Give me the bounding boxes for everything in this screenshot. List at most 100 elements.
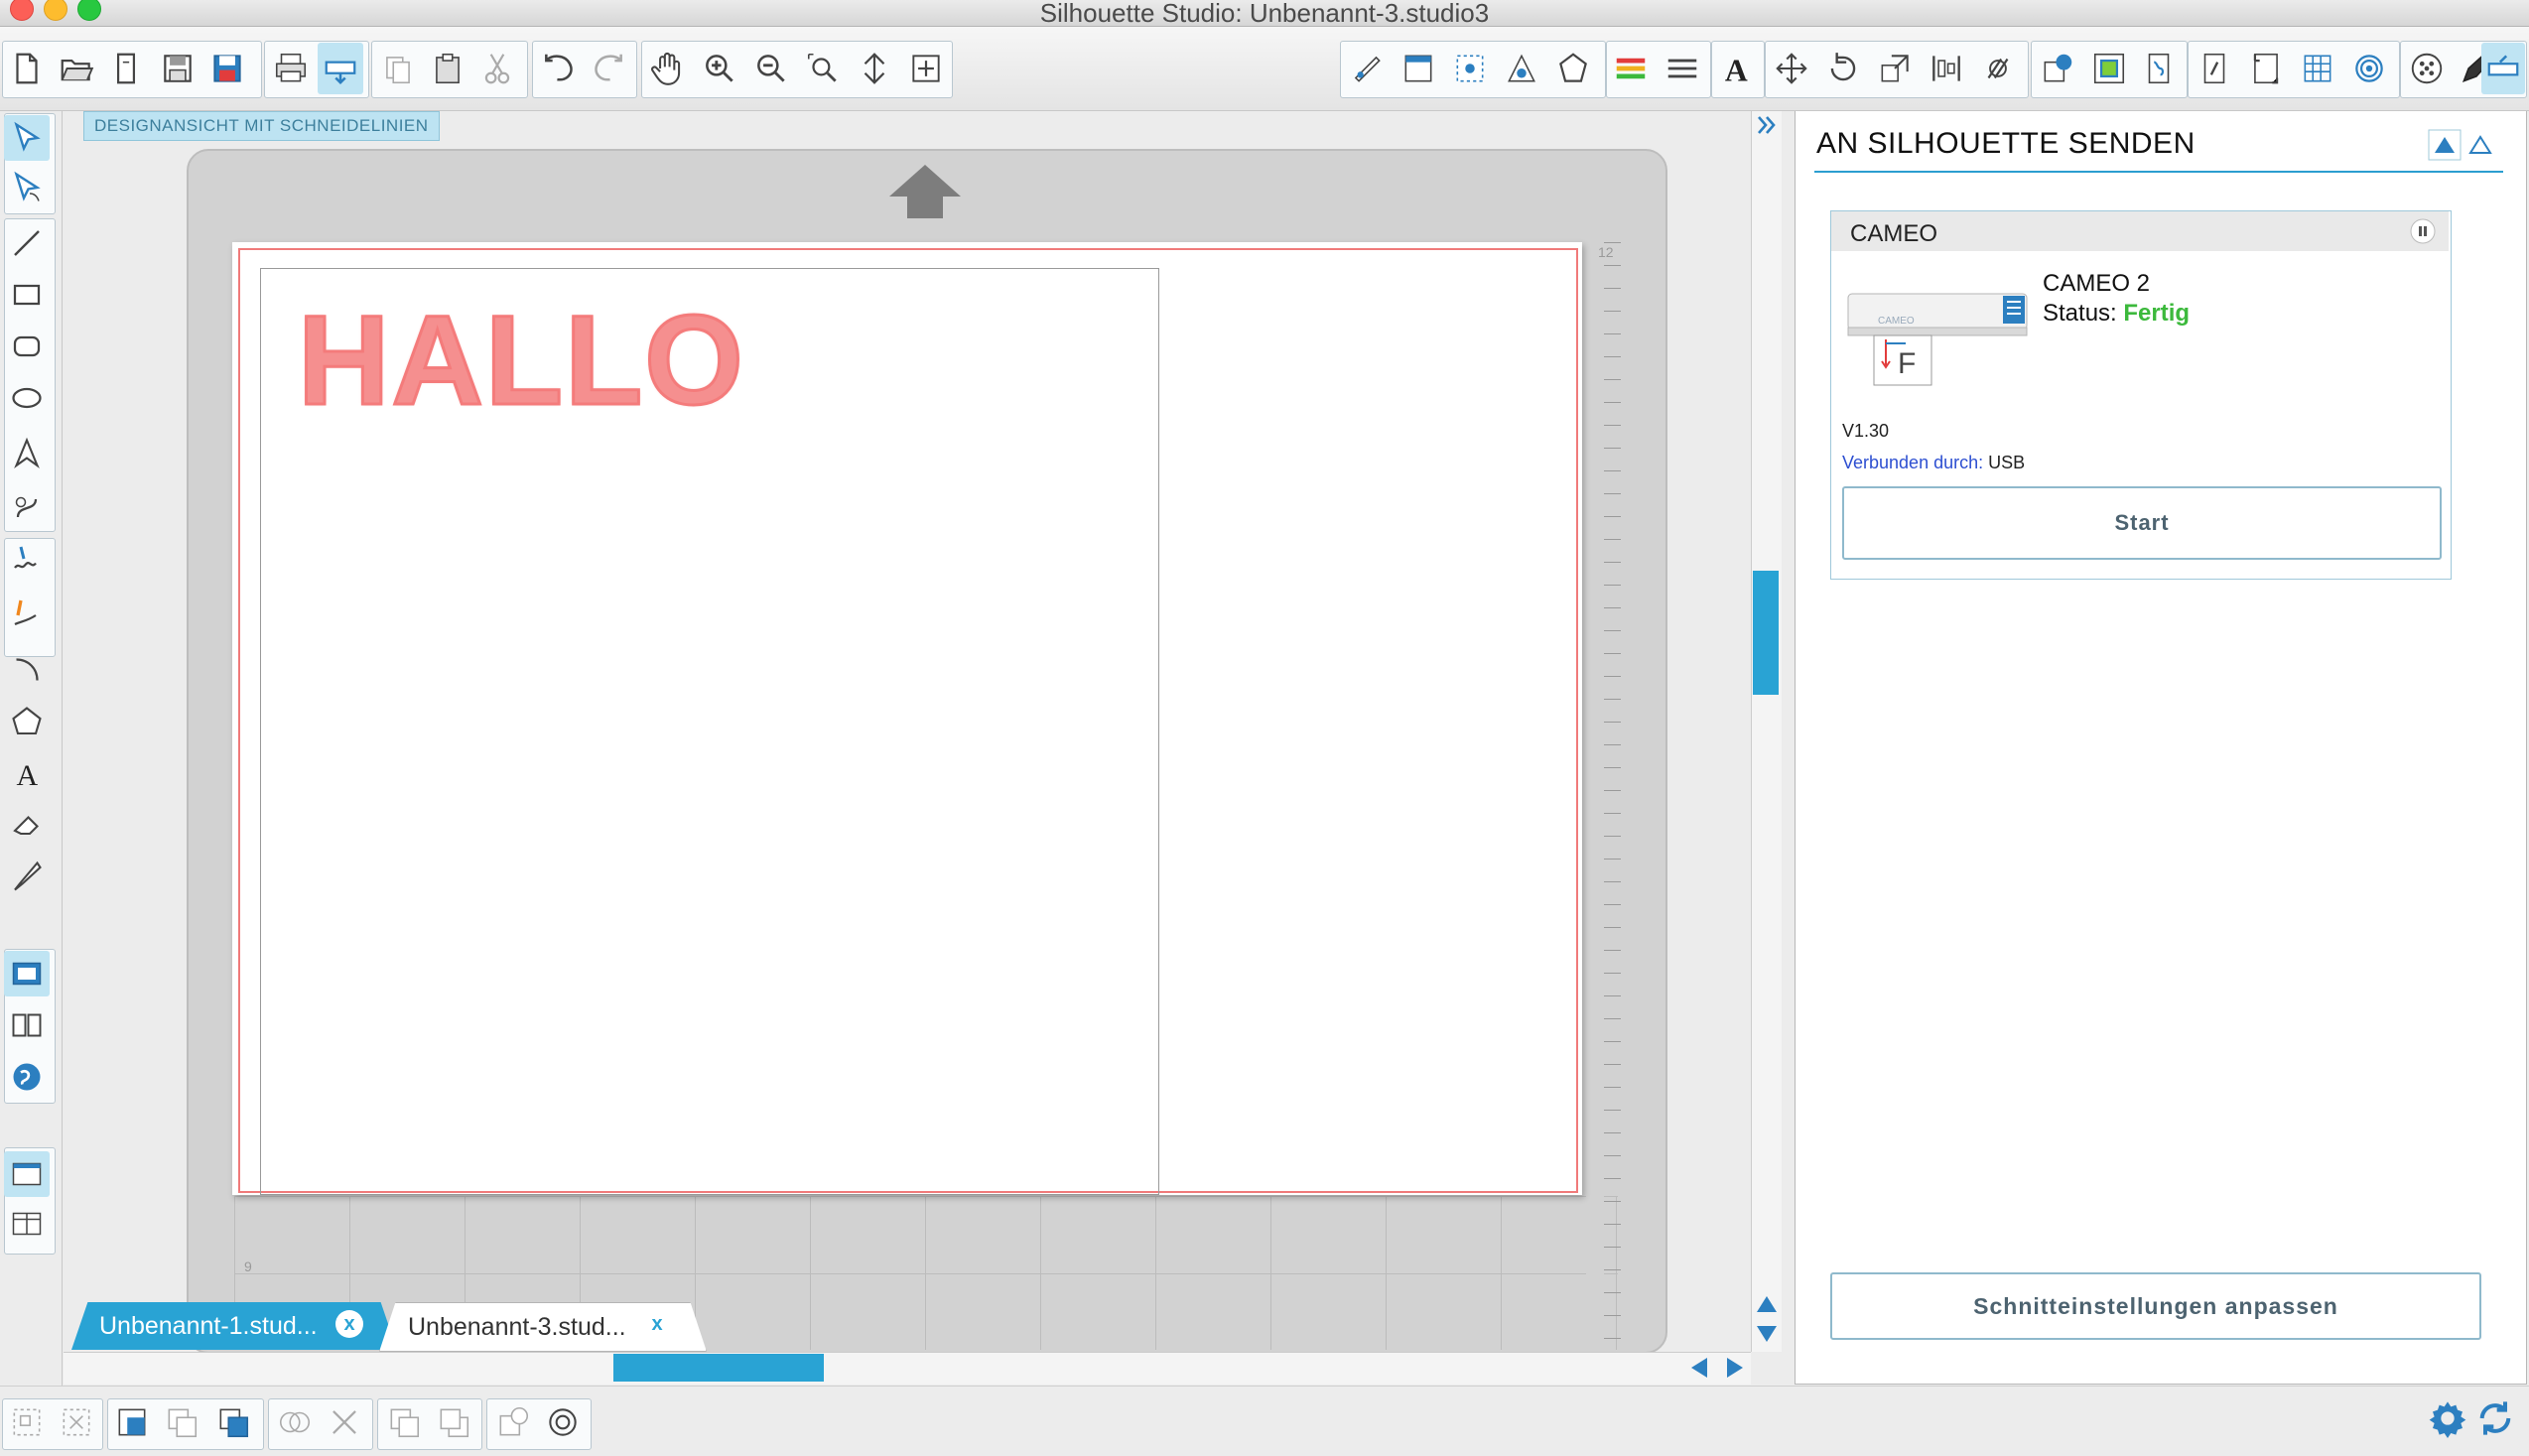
offset-button[interactable]	[2086, 43, 2132, 94]
settings-gear-icon[interactable]	[2428, 1398, 2467, 1438]
save-button[interactable]	[155, 43, 200, 94]
scroll-left-icon[interactable]	[1687, 1356, 1711, 1380]
drag-zoom-button[interactable]	[852, 43, 897, 94]
machine-brand-label: CAMEO	[1878, 316, 1915, 327]
line-tool[interactable]	[4, 220, 50, 266]
bring-to-front-button[interactable]	[210, 1398, 256, 1446]
modify-button[interactable]	[2035, 43, 2080, 94]
undo-button[interactable]	[536, 43, 582, 94]
page-settings-button[interactable]	[1344, 43, 1390, 94]
new-file-button[interactable]	[4, 43, 50, 94]
fill-gradient-button[interactable]	[1499, 43, 1544, 94]
line-style-button[interactable]	[1608, 43, 1654, 94]
scroll-right-icon[interactable]	[1723, 1356, 1747, 1380]
ellipse-tool[interactable]	[4, 375, 50, 421]
pan-tool-button[interactable]	[645, 43, 691, 94]
print-cut-button[interactable]	[2192, 43, 2237, 94]
horizontal-scrollbar[interactable]	[64, 1352, 1751, 1385]
open-file-button[interactable]	[54, 43, 99, 94]
weld-button[interactable]	[272, 1398, 318, 1446]
save-to-library-button[interactable]	[204, 43, 250, 94]
group-button[interactable]	[4, 1398, 50, 1446]
device-section-label: CAMEO	[1850, 220, 1938, 247]
freehand-tool[interactable]	[4, 536, 50, 582]
send-backward-button[interactable]	[381, 1398, 427, 1446]
text-tool[interactable]: A	[4, 750, 50, 796]
copy-button[interactable]	[375, 43, 421, 94]
panel-dock-icon[interactable]	[2428, 129, 2462, 161]
library-button[interactable]	[103, 43, 149, 94]
cut-button[interactable]	[474, 43, 520, 94]
align-button[interactable]	[1924, 43, 1969, 94]
transform-button[interactable]	[1769, 43, 1814, 94]
pause-icon[interactable]	[2410, 218, 2436, 244]
print-button[interactable]	[268, 43, 314, 94]
send-to-silhouette-button[interactable]	[318, 43, 363, 94]
scroll-up-icon[interactable]	[1755, 1292, 1779, 1314]
curve-tool[interactable]	[4, 482, 50, 528]
online-store-button[interactable]	[4, 1054, 50, 1100]
tab-close-button[interactable]: x	[643, 1310, 671, 1338]
split-view-button[interactable]	[4, 1201, 50, 1247]
release-compound-button[interactable]	[159, 1398, 204, 1446]
smooth-freehand-tool[interactable]	[4, 590, 50, 635]
sync-icon[interactable]	[2475, 1398, 2515, 1438]
send-panel-toggle[interactable]	[2481, 43, 2525, 94]
delete-button[interactable]	[322, 1398, 367, 1446]
vertical-scrollbar[interactable]	[1751, 111, 1782, 1352]
library-panel-button[interactable]	[4, 1002, 50, 1048]
rounded-rectangle-tool[interactable]	[4, 324, 50, 369]
arc-tool[interactable]	[4, 647, 50, 693]
panel-float-icon[interactable]	[2463, 129, 2497, 161]
offset-shape-button[interactable]	[490, 1398, 536, 1446]
select-tool[interactable]	[4, 115, 50, 161]
fill-color-button[interactable]	[1396, 43, 1441, 94]
redo-button[interactable]	[586, 43, 631, 94]
rectangle-tool[interactable]	[4, 272, 50, 318]
bring-forward-button[interactable]	[431, 1398, 476, 1446]
single-view-button[interactable]	[4, 1151, 50, 1197]
vertical-scroll-thumb[interactable]	[1753, 571, 1779, 695]
line-width-button[interactable]	[1660, 43, 1705, 94]
regular-polygon-tool[interactable]	[4, 699, 50, 744]
smooth-freehand-icon	[14, 599, 37, 626]
fit-to-page-button[interactable]	[903, 43, 949, 94]
library-view-button[interactable]	[2404, 43, 2450, 94]
collapse-panel-icon[interactable]	[1753, 111, 1781, 139]
ungroup-button[interactable]	[54, 1398, 99, 1446]
zoom-select-icon	[807, 53, 837, 82]
knife-tool[interactable]	[4, 854, 50, 899]
zoom-out-button[interactable]	[748, 43, 794, 94]
horizontal-scroll-thumb[interactable]	[613, 1354, 824, 1382]
text-style-button[interactable]: A	[1713, 43, 1759, 94]
drag-zoom-icon	[864, 53, 885, 84]
design-text-object[interactable]: HALLO	[297, 288, 745, 434]
polygon-tool[interactable]	[4, 431, 50, 476]
ruler-label-bottom: 9	[244, 1258, 252, 1274]
save-library-icon	[213, 55, 241, 82]
scale-button[interactable]	[1872, 43, 1918, 94]
paste-button[interactable]	[425, 43, 470, 94]
make-compound-button[interactable]	[109, 1398, 155, 1446]
machine-letter: F	[1898, 347, 1917, 380]
fill-pattern-button[interactable]	[1447, 43, 1493, 94]
registration-marks-button[interactable]	[2243, 43, 2289, 94]
scroll-down-icon[interactable]	[1755, 1324, 1779, 1346]
replicate-button[interactable]	[1975, 43, 2021, 94]
offset-icon	[2093, 53, 2125, 84]
trace-button[interactable]	[2136, 43, 2182, 94]
point-edit-tool[interactable]	[4, 165, 50, 210]
zoom-selection-button[interactable]	[800, 43, 846, 94]
design-view-button[interactable]	[4, 951, 50, 996]
eraser-tool[interactable]	[4, 802, 50, 848]
document-icon	[116, 53, 136, 84]
adjust-cut-settings-button[interactable]: Schnitteinstellungen anpassen	[1830, 1272, 2481, 1340]
store-button[interactable]	[2346, 43, 2392, 94]
start-button[interactable]: Start	[1842, 486, 2442, 560]
grid-button[interactable]	[2295, 43, 2340, 94]
tab-close-button[interactable]: x	[335, 1310, 363, 1338]
zoom-in-button[interactable]	[697, 43, 742, 94]
trace-shape-button[interactable]	[540, 1398, 586, 1446]
rotate-button[interactable]	[1820, 43, 1866, 94]
line-color-button[interactable]	[1550, 43, 1596, 94]
